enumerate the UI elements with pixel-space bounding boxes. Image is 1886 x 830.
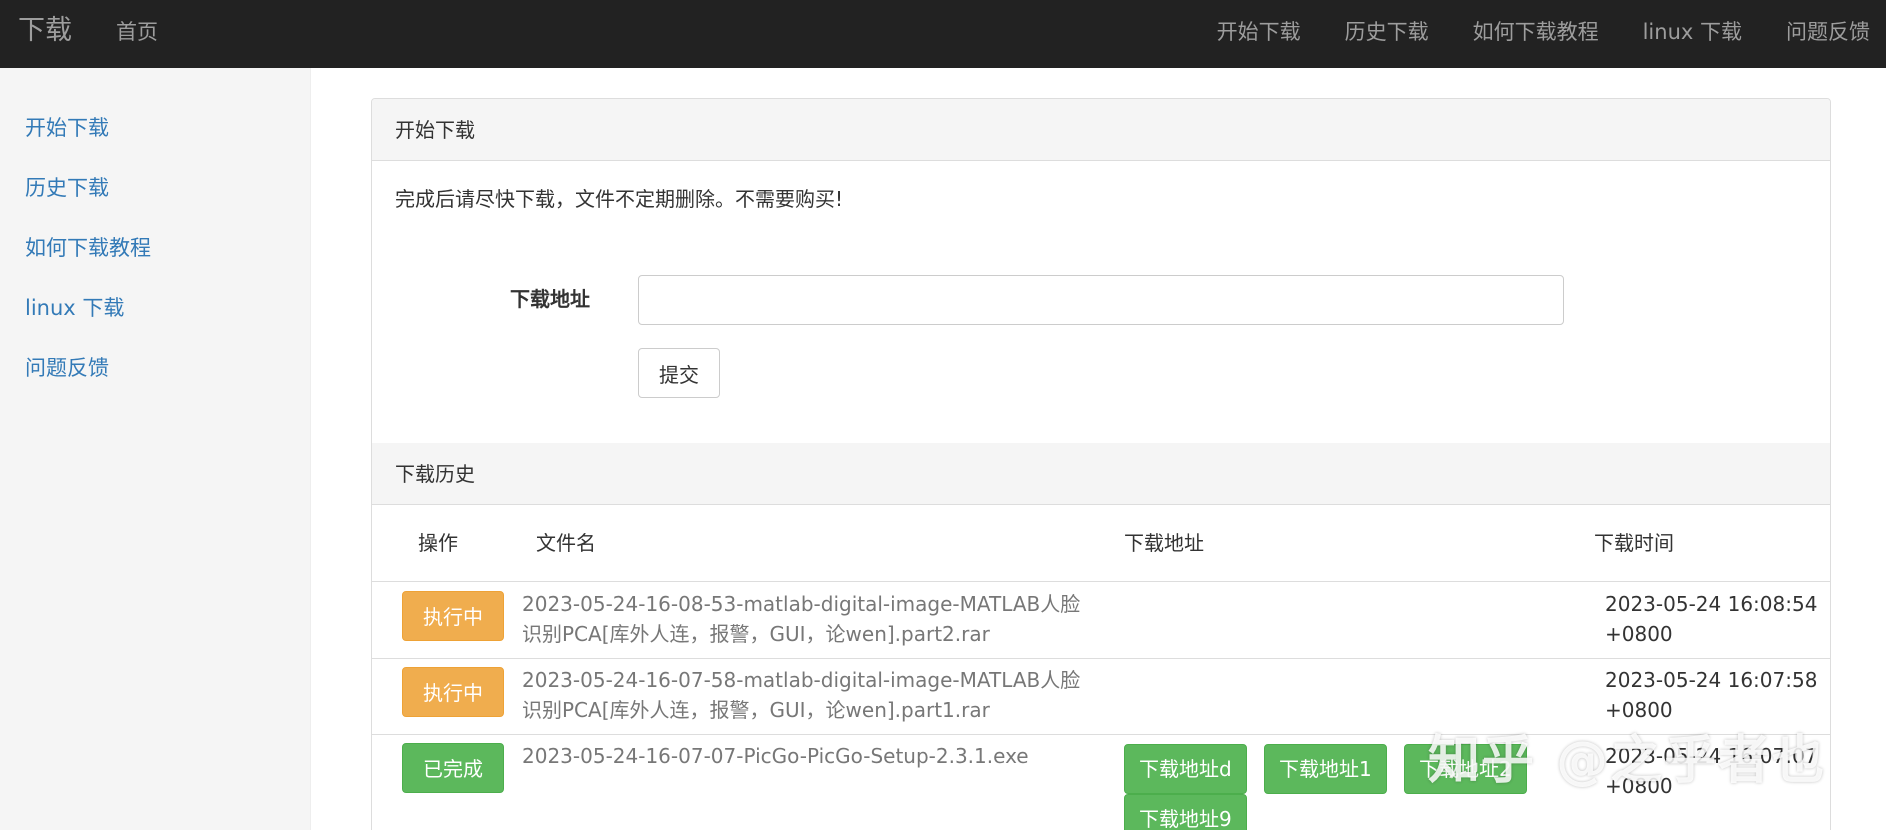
sidebar-item-start-download[interactable]: 开始下载 (25, 114, 109, 142)
table-divider (372, 581, 1830, 582)
file-name: 2023-05-24-16-08-53-matlab-digital-image… (522, 592, 1081, 646)
history-panel-header: 下载历史 (372, 443, 1830, 505)
nav-link-tutorial[interactable]: 如何下载教程 (1473, 18, 1599, 46)
download-link-button[interactable]: 下载地址d (1124, 744, 1247, 794)
sidebar-item-tutorial[interactable]: 如何下载教程 (25, 234, 151, 262)
brand-logo[interactable]: 下载 (18, 14, 72, 48)
column-header-action: 操作 (418, 531, 458, 555)
download-url-label: 下载地址 (510, 287, 590, 311)
history-panel-title: 下载历史 (395, 462, 475, 486)
table-divider (372, 658, 1830, 659)
top-navbar: 下载 首页 开始下载 历史下载 如何下载教程 linux 下载 问题反馈 (0, 0, 1886, 68)
status-done-button[interactable]: 已完成 (402, 743, 504, 793)
nav-link-start-download[interactable]: 开始下载 (1217, 18, 1301, 46)
nav-right-links: 开始下载 历史下载 如何下载教程 linux 下载 问题反馈 (1217, 18, 1870, 46)
nav-link-feedback[interactable]: 问题反馈 (1786, 18, 1870, 46)
file-name: 2023-05-24-16-07-58-matlab-digital-image… (522, 668, 1081, 722)
status-running-button[interactable]: 执行中 (402, 591, 504, 641)
download-link-button[interactable]: 下载地址9 (1124, 794, 1247, 830)
sidebar-item-feedback[interactable]: 问题反馈 (25, 354, 109, 382)
sidebar: 开始下载 历史下载 如何下载教程 linux 下载 问题反馈 (0, 68, 311, 830)
download-url-input[interactable] (638, 275, 1564, 325)
download-link-button[interactable]: 下载地址1 (1264, 744, 1387, 794)
file-name: 2023-05-24-16-07-07-PicGo-PicGo-Setup-2.… (522, 744, 1029, 768)
download-time: 2023-05-24 16:08:54 +0800 (1605, 592, 1818, 646)
start-panel-header: 开始下载 (372, 99, 1830, 161)
column-header-url: 下载地址 (1124, 531, 1204, 555)
nav-link-history[interactable]: 历史下载 (1345, 18, 1429, 46)
nav-home-link[interactable]: 首页 (116, 18, 158, 46)
sidebar-item-linux[interactable]: linux 下载 (25, 294, 124, 322)
submit-button[interactable]: 提交 (638, 348, 720, 398)
column-header-filename: 文件名 (536, 531, 596, 555)
status-running-button[interactable]: 执行中 (402, 667, 504, 717)
start-panel-title: 开始下载 (395, 118, 475, 142)
column-header-time: 下载时间 (1594, 531, 1674, 555)
nav-link-linux[interactable]: linux 下载 (1643, 18, 1742, 46)
download-time: 2023-05-24 16:07:58 +0800 (1605, 668, 1818, 722)
watermark: 知乎 @之乎者也 (1428, 731, 1827, 791)
sidebar-item-history[interactable]: 历史下载 (25, 174, 109, 202)
notice-text: 完成后请尽快下载，文件不定期删除。不需要购买! (395, 187, 844, 211)
